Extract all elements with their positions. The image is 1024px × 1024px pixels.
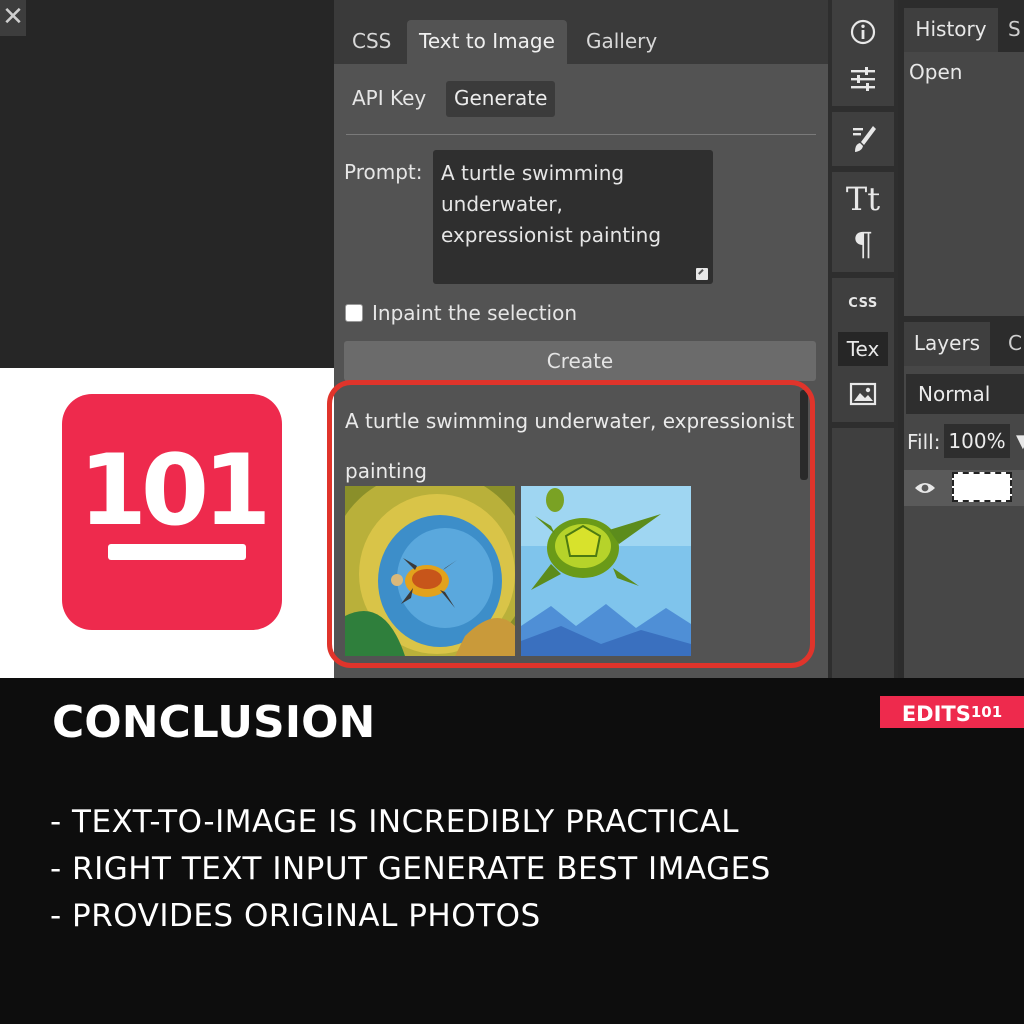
- toolbar-group-5: [832, 428, 894, 678]
- side-panels: History S Open Layers C Normal Fill: 100…: [898, 0, 1024, 678]
- conclusion-caption: CONCLUSION EDITS101 - TEXT-TO-IMAGE IS I…: [0, 678, 1024, 1024]
- bullet-point: - TEXT-TO-IMAGE IS INCREDIBLY PRACTICAL: [50, 804, 740, 840]
- prompt-input[interactable]: A turtle swimming underwater, expression…: [433, 150, 713, 284]
- prompt-label: Prompt:: [344, 160, 423, 184]
- inpaint-label: Inpaint the selection: [372, 301, 578, 325]
- inpaint-checkbox[interactable]: [345, 304, 363, 322]
- tab-css[interactable]: CSS: [340, 20, 403, 64]
- close-icon: ✕: [2, 2, 24, 32]
- fill-input[interactable]: 100%: [944, 424, 1010, 458]
- logo-underline: [108, 544, 246, 560]
- tab-swatches[interactable]: S: [1008, 8, 1021, 50]
- close-button[interactable]: ✕: [0, 0, 26, 36]
- tab-gallery[interactable]: Gallery: [574, 20, 669, 64]
- caption-heading: CONCLUSION: [52, 697, 376, 748]
- results-highlight-frame: [327, 380, 815, 668]
- create-button[interactable]: Create: [344, 341, 816, 381]
- brand-name: EDITS: [901, 702, 971, 726]
- divider: [346, 134, 816, 135]
- toolbar-group-2: [832, 112, 894, 166]
- fill-dropdown-icon[interactable]: ▼: [1016, 428, 1024, 456]
- blend-mode-select[interactable]: Normal: [906, 374, 1024, 414]
- brand-superscript: 101: [970, 703, 1003, 721]
- adjustments-icon[interactable]: [832, 66, 894, 96]
- info-icon[interactable]: [832, 18, 894, 50]
- css-tool-button[interactable]: CSS: [832, 294, 894, 314]
- bullet-point: - RIGHT TEXT INPUT GENERATE BEST IMAGES: [50, 851, 771, 887]
- tab-channels[interactable]: C: [1008, 322, 1022, 364]
- generate-button[interactable]: Generate: [446, 81, 556, 117]
- toolbar-group-1: [832, 0, 894, 106]
- logo-text: 101: [78, 434, 272, 548]
- panel-tabbar: CSS Text to Image Gallery: [334, 0, 828, 64]
- tab-layers[interactable]: Layers: [904, 322, 990, 366]
- canvas-area: [0, 0, 334, 368]
- brush-icon[interactable]: [832, 124, 894, 158]
- text-to-image-tool-button[interactable]: Tex: [838, 332, 888, 366]
- paragraph-icon[interactable]: ¶: [832, 224, 894, 264]
- api-key-button[interactable]: API Key: [352, 84, 426, 112]
- fill-label: Fill:: [907, 430, 941, 454]
- text-icon[interactable]: Tt: [832, 180, 894, 218]
- tab-text-to-image[interactable]: Text to Image: [407, 20, 567, 64]
- bullet-point: - PROVIDES ORIGINAL PHOTOS: [50, 898, 541, 934]
- app-screenshot: ✕ 101 CSS Text to Image Gallery API Key …: [0, 0, 1024, 678]
- resize-handle-icon[interactable]: [696, 268, 708, 280]
- eye-icon[interactable]: [904, 470, 946, 506]
- toolbar-group-4: CSS Tex: [832, 278, 894, 422]
- tab-history[interactable]: History: [904, 8, 998, 52]
- layer-thumbnail: [952, 472, 1012, 502]
- right-toolbar: Tt ¶ CSS Tex: [828, 0, 898, 678]
- history-list: [904, 52, 1024, 316]
- brand-badge: EDITS101: [880, 696, 1024, 728]
- edits101-logo: 101: [62, 394, 282, 630]
- toolbar-group-3: Tt ¶: [832, 172, 894, 272]
- history-item-open[interactable]: Open: [909, 58, 962, 86]
- image-icon[interactable]: [832, 382, 894, 410]
